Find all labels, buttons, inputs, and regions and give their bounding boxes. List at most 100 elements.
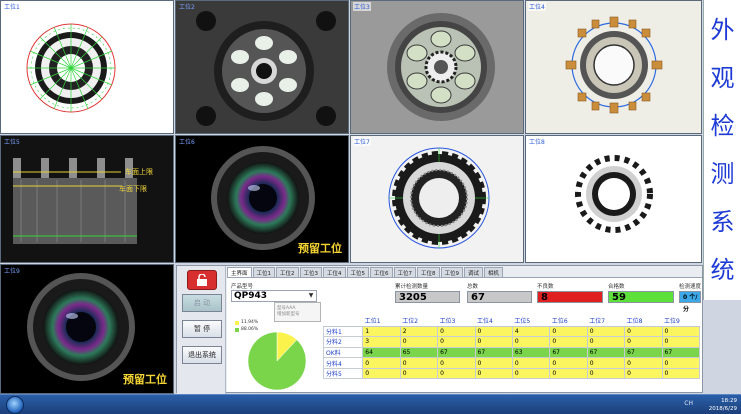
unlock-button[interactable] bbox=[187, 270, 217, 290]
column-header bbox=[323, 316, 363, 327]
camera-view-9[interactable]: 工位9 预留工位 bbox=[0, 264, 174, 394]
app-window: 工位1 工位2 工位3 工位4 工位5 车面上限 车面下限 工位6 预留工位 工… bbox=[0, 0, 741, 414]
table-cell: 0 bbox=[624, 325, 663, 338]
tab-station-1[interactable]: 工位1 bbox=[252, 267, 276, 277]
legend-swatch bbox=[235, 320, 239, 325]
table-cell: 0 bbox=[661, 357, 701, 369]
table-cell: 0 bbox=[399, 357, 439, 369]
table-row: 分料2 3 0 0 0 0 0 0 0 0 bbox=[322, 336, 701, 348]
product-model-select[interactable]: QP943 ▼ bbox=[231, 290, 317, 302]
column-header: 工位1 bbox=[362, 316, 401, 327]
table-cell: 0 bbox=[474, 336, 513, 348]
table-cell: 2 bbox=[399, 325, 439, 338]
table-cell: 64 bbox=[362, 346, 401, 359]
tile-label: 工位5 bbox=[4, 139, 20, 146]
tile-label: 工位6 bbox=[179, 139, 195, 146]
table-cell: 67 bbox=[549, 346, 588, 359]
table-row: OK料 64 65 67 67 63 67 67 67 67 bbox=[322, 346, 701, 359]
table-cell: 0 bbox=[549, 367, 588, 380]
table-cell: 0 bbox=[661, 325, 701, 338]
start-button[interactable] bbox=[6, 396, 24, 414]
tab-bar: 主界面 工位1 工位2 工位3 工位4 工位5 工位6 工位7 工位8 工位9 … bbox=[227, 267, 504, 277]
tab-station-6[interactable]: 工位6 bbox=[370, 267, 393, 277]
language-indicator[interactable]: CH bbox=[684, 400, 693, 407]
table-cell: 0 bbox=[624, 357, 663, 369]
tab-station-9[interactable]: 工位9 bbox=[440, 267, 464, 277]
tab-camera[interactable]: 相机 bbox=[484, 267, 504, 277]
table-cell: 0 bbox=[586, 336, 626, 348]
camera-view-8[interactable]: 工位8 bbox=[525, 135, 702, 263]
defect-count-label: 不良数 bbox=[537, 284, 554, 290]
title-char: 系 bbox=[710, 208, 735, 236]
table-row: 分料5 0 0 0 0 0 0 0 0 0 bbox=[322, 367, 701, 380]
table-row: 分料1 1 2 0 0 4 0 0 0 0 bbox=[322, 325, 701, 338]
defect-count-value: 8 bbox=[537, 291, 603, 303]
tab-station-7[interactable]: 工位7 bbox=[393, 267, 417, 277]
table-cell: 0 bbox=[661, 367, 701, 380]
row-header: 分料5 bbox=[322, 367, 364, 380]
tab-station-5[interactable]: 工位5 bbox=[346, 267, 370, 277]
fixture-image bbox=[351, 1, 523, 133]
camera-view-4[interactable]: 工位4 bbox=[525, 0, 702, 134]
start-button[interactable]: 启 动 bbox=[182, 294, 222, 312]
dropdown-item[interactable]: 增加新型号 bbox=[277, 311, 318, 317]
camera-view-3[interactable]: 工位3 bbox=[350, 0, 524, 134]
fixture-image bbox=[176, 1, 348, 133]
camera-view-2[interactable]: 工位2 bbox=[175, 0, 349, 134]
column-header: 工位3 bbox=[437, 316, 476, 327]
control-sidebar: 启 动 暂 停 退出系统 bbox=[177, 266, 226, 394]
tab-station-4[interactable]: 工位4 bbox=[323, 267, 346, 277]
tab-station-8[interactable]: 工位8 bbox=[417, 267, 440, 277]
gear-inspection-image bbox=[26, 23, 116, 113]
camera-view-1[interactable]: 工位1 bbox=[0, 0, 174, 134]
gear-inspection-image bbox=[351, 136, 523, 262]
tile-label: 工位9 bbox=[4, 268, 20, 275]
total-checked-value: 3205 bbox=[395, 291, 460, 303]
system-clock[interactable]: 18:29 2018/6/29 bbox=[709, 397, 737, 413]
tile-label: 工位2 bbox=[179, 4, 195, 11]
legend-text: 11.94% bbox=[241, 320, 259, 325]
table-cell: 0 bbox=[586, 357, 626, 369]
side-profile-image bbox=[1, 136, 173, 262]
row-header: 分料1 bbox=[322, 325, 364, 338]
unlock-icon bbox=[197, 274, 207, 286]
gear-inspection-image bbox=[526, 136, 701, 262]
table-cell: 0 bbox=[624, 336, 663, 348]
table-cell: 63 bbox=[511, 346, 551, 359]
pie-slice bbox=[247, 331, 307, 391]
pause-button[interactable]: 暂 停 bbox=[182, 320, 222, 338]
clock-time: 18:29 bbox=[721, 398, 737, 404]
table-cell: 0 bbox=[661, 336, 701, 348]
tab-main[interactable]: 主界面 bbox=[227, 267, 252, 277]
column-header: 工位7 bbox=[587, 316, 625, 327]
tile-label: 工位4 bbox=[528, 2, 546, 11]
table-cell: 0 bbox=[362, 357, 401, 369]
title-char: 统 bbox=[710, 256, 735, 284]
tab-station-2[interactable]: 工位2 bbox=[276, 267, 299, 277]
taskbar: CH 18:29 2018/6/29 bbox=[0, 394, 741, 414]
model-dropdown-menu: 型号AAA 增加新型号 bbox=[274, 302, 321, 322]
product-model-label: 产品型号 bbox=[231, 284, 254, 290]
column-header: 工位8 bbox=[624, 316, 663, 327]
table-cell: 67 bbox=[661, 346, 701, 359]
title-char: 外 bbox=[710, 16, 735, 44]
chevron-down-icon[interactable]: ▼ bbox=[307, 292, 315, 300]
table-cell: 67 bbox=[437, 346, 476, 359]
column-header: 工位4 bbox=[475, 316, 513, 327]
tab-debug[interactable]: 调试 bbox=[464, 267, 484, 277]
exit-system-button[interactable]: 退出系统 bbox=[182, 346, 222, 364]
table-cell: 0 bbox=[511, 336, 551, 348]
system-title: 外 观 检 测 系 统 bbox=[703, 0, 741, 300]
station-results-table: 工位1 工位2 工位3 工位4 工位5 工位6 工位7 工位8 工位9 分料1 1… bbox=[322, 316, 701, 380]
speed-label: 检测速度 bbox=[679, 284, 702, 290]
pass-count-value: 59 bbox=[608, 291, 674, 303]
camera-view-5[interactable]: 工位5 车面上限 车面下限 bbox=[0, 135, 174, 263]
tab-station-3[interactable]: 工位3 bbox=[299, 267, 323, 277]
table-cell: 1 bbox=[362, 325, 401, 338]
row-header: 分料4 bbox=[322, 357, 364, 369]
table-cell: 0 bbox=[474, 357, 513, 369]
table-cell: 0 bbox=[549, 325, 588, 338]
camera-view-6[interactable]: 工位6 预留工位 bbox=[175, 135, 349, 263]
column-header: 工位2 bbox=[400, 316, 438, 327]
camera-view-7[interactable]: 工位7 bbox=[350, 135, 524, 263]
